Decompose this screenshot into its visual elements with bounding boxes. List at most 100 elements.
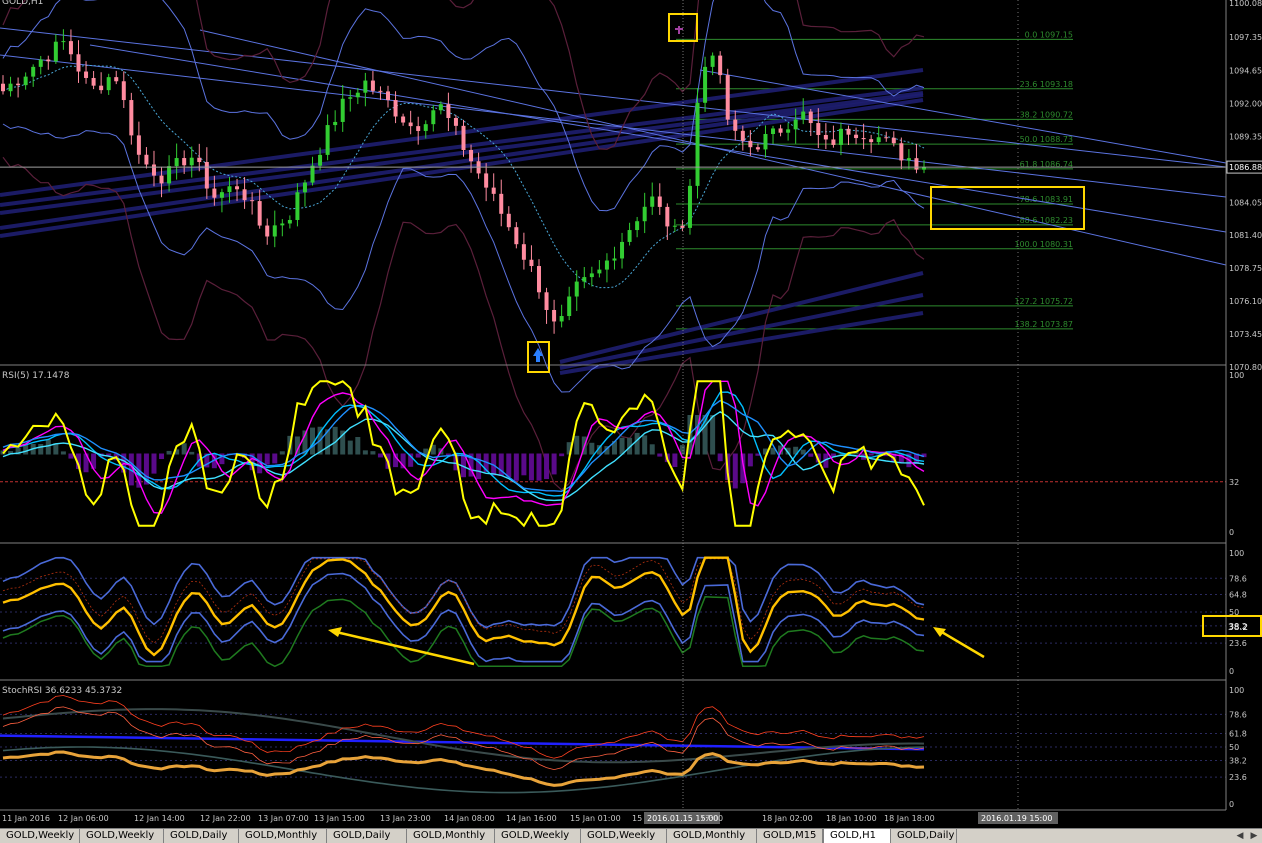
rsi-histogram-bar — [189, 451, 195, 455]
candle-body — [521, 244, 526, 260]
candle-body — [363, 80, 368, 93]
candle-body — [869, 139, 874, 143]
stoch-axis-tick-label: 23.6 — [1229, 639, 1247, 648]
candle-body — [771, 128, 776, 135]
candle-body — [31, 66, 36, 77]
candle-body — [23, 76, 28, 86]
fibo-level-label: 138.2 1073.87 — [1014, 320, 1073, 329]
stoch-axis-tick-label: 100 — [1229, 549, 1244, 558]
time-axis-label: 18 Jan 18:00 — [884, 814, 935, 823]
time-axis-label: 13 Jan 15:00 — [314, 814, 365, 823]
time-axis-label: 11 Jan 2016 — [2, 814, 50, 823]
stochrsi-indicator-pane[interactable]: StochRSI 36.6233 45.3732 — [0, 686, 1226, 794]
chart-tab[interactable]: GOLD,Monthly — [667, 829, 757, 843]
rsi-histogram-bar — [528, 453, 534, 481]
time-axis-label: 15 — [632, 814, 642, 823]
stoch-lower-band — [2, 572, 925, 663]
candle-body — [838, 128, 843, 145]
candle-body — [718, 55, 723, 76]
chart-tab[interactable]: GOLD,Daily — [164, 829, 239, 843]
price-axis-tick-label: 1092.00 — [1229, 99, 1262, 108]
chart-tab[interactable]: GOLD,Monthly — [407, 829, 495, 843]
stochrsi-axis-tick-label: 100 — [1229, 686, 1244, 695]
rsi-title-label: RSI(5) 17.1478 — [2, 371, 70, 381]
candle-body — [703, 66, 708, 103]
candle-body — [642, 206, 647, 222]
rsi-histogram-bar — [159, 453, 165, 460]
time-axis-label: 12 Jan 06:00 — [58, 814, 109, 823]
time-axis-label: 13 Jan 23:00 — [380, 814, 431, 823]
fibo-level-label: 50.0 1088.73 — [1020, 135, 1073, 144]
candle-body — [16, 83, 21, 86]
candle-body — [378, 90, 383, 92]
candle-body — [506, 213, 511, 228]
candle-body — [76, 54, 81, 72]
moving-average-band — [559, 311, 924, 375]
fibo-level-label: 23.6 1093.18 — [1020, 80, 1073, 89]
stochrsi-gray-curve — [2, 708, 925, 764]
main-price-pane[interactable]: 0.0 1097.15 23.6 1093.18 38.2 1090.72 50.0 … — [0, 0, 1227, 491]
hover-time-fragment: 17:00 — [700, 814, 723, 823]
candle-body — [620, 241, 625, 259]
candle-body — [144, 154, 149, 165]
candle-body — [876, 137, 881, 143]
rsi-histogram-bar — [672, 453, 678, 467]
candle-body — [438, 104, 443, 111]
candle-body — [167, 166, 172, 184]
chart-tab[interactable]: GOLD,M15 — [757, 829, 823, 843]
candle-body — [733, 119, 738, 131]
stochastic-indicator-pane[interactable] — [0, 556, 1226, 668]
candle-body — [106, 77, 111, 91]
candle-body — [204, 162, 209, 189]
stochrsi-axis-tick-label: 78.6 — [1229, 710, 1247, 719]
stochrsi-title-label: StochRSI 36.6233 45.3732 — [2, 686, 122, 696]
candle-body — [295, 192, 300, 220]
candle-body — [99, 85, 104, 91]
chart-canvas[interactable]: 0.0 1097.15 23.6 1093.18 38.2 1090.72 50.0 … — [0, 0, 1262, 828]
chart-tab[interactable]: GOLD,Daily — [327, 829, 407, 843]
rsi-histogram-bar — [513, 453, 519, 481]
candle-body — [189, 157, 194, 166]
candle-body — [340, 98, 345, 122]
candle-body — [536, 266, 541, 293]
stochrsi-axis-tick-label: 50 — [1229, 743, 1239, 752]
price-axis-tick-label: 1076.10 — [1229, 297, 1262, 306]
candle-body — [333, 121, 338, 126]
tab-scroll-left-icon[interactable]: ◀ — [1234, 830, 1246, 842]
candle-body — [635, 221, 640, 231]
stoch-highlight-label: 38.2 — [1228, 623, 1248, 633]
candle-body — [778, 128, 783, 133]
candle-body — [91, 77, 96, 86]
tab-scroll-right-icon[interactable]: ▶ — [1248, 830, 1260, 842]
candle-body — [665, 206, 670, 227]
rsi-indicator-pane[interactable]: RSI(5) 17.1478 — [0, 371, 1226, 528]
rsi-histogram-bar — [551, 453, 557, 475]
chart-tab[interactable]: GOLD,Weekly — [80, 829, 164, 843]
candle-body — [212, 188, 217, 198]
chart-tab[interactable]: GOLD,Monthly — [239, 829, 327, 843]
candle-body — [250, 200, 255, 202]
candle-body — [242, 189, 247, 201]
candle-body — [38, 59, 43, 67]
candle-body — [257, 201, 262, 226]
rsi-histogram-bar — [181, 443, 187, 455]
candle-body — [370, 80, 375, 91]
sell-arrow-icon — [675, 26, 683, 34]
price-axis-tick-label: 1073.45 — [1229, 330, 1262, 339]
candle-body — [816, 123, 821, 135]
chart-tab[interactable]: GOLD,Weekly — [495, 829, 581, 843]
chart-tab[interactable]: GOLD,Weekly — [0, 829, 80, 843]
candle-body — [740, 130, 745, 141]
time-axis-label: 12 Jan 14:00 — [134, 814, 185, 823]
time-axis-label: 18 Jan 10:00 — [826, 814, 877, 823]
candle-body — [129, 100, 134, 136]
time-axis-label: 15 Jan 01:00 — [570, 814, 621, 823]
stoch-axis-tick-label: 0 — [1229, 667, 1234, 676]
stochrsi-axis-tick-label: 61.8 — [1229, 730, 1247, 739]
chart-tab[interactable]: GOLD,Weekly — [581, 829, 667, 843]
chart-tab[interactable]: GOLD,H1 — [823, 828, 891, 843]
rsi-axis-tick-label: 100 — [1229, 371, 1244, 380]
stoch-signal-dotted — [2, 558, 925, 644]
price-axis-tick-label: 1078.75 — [1229, 264, 1262, 273]
chart-tab[interactable]: GOLD,Daily — [891, 829, 957, 843]
